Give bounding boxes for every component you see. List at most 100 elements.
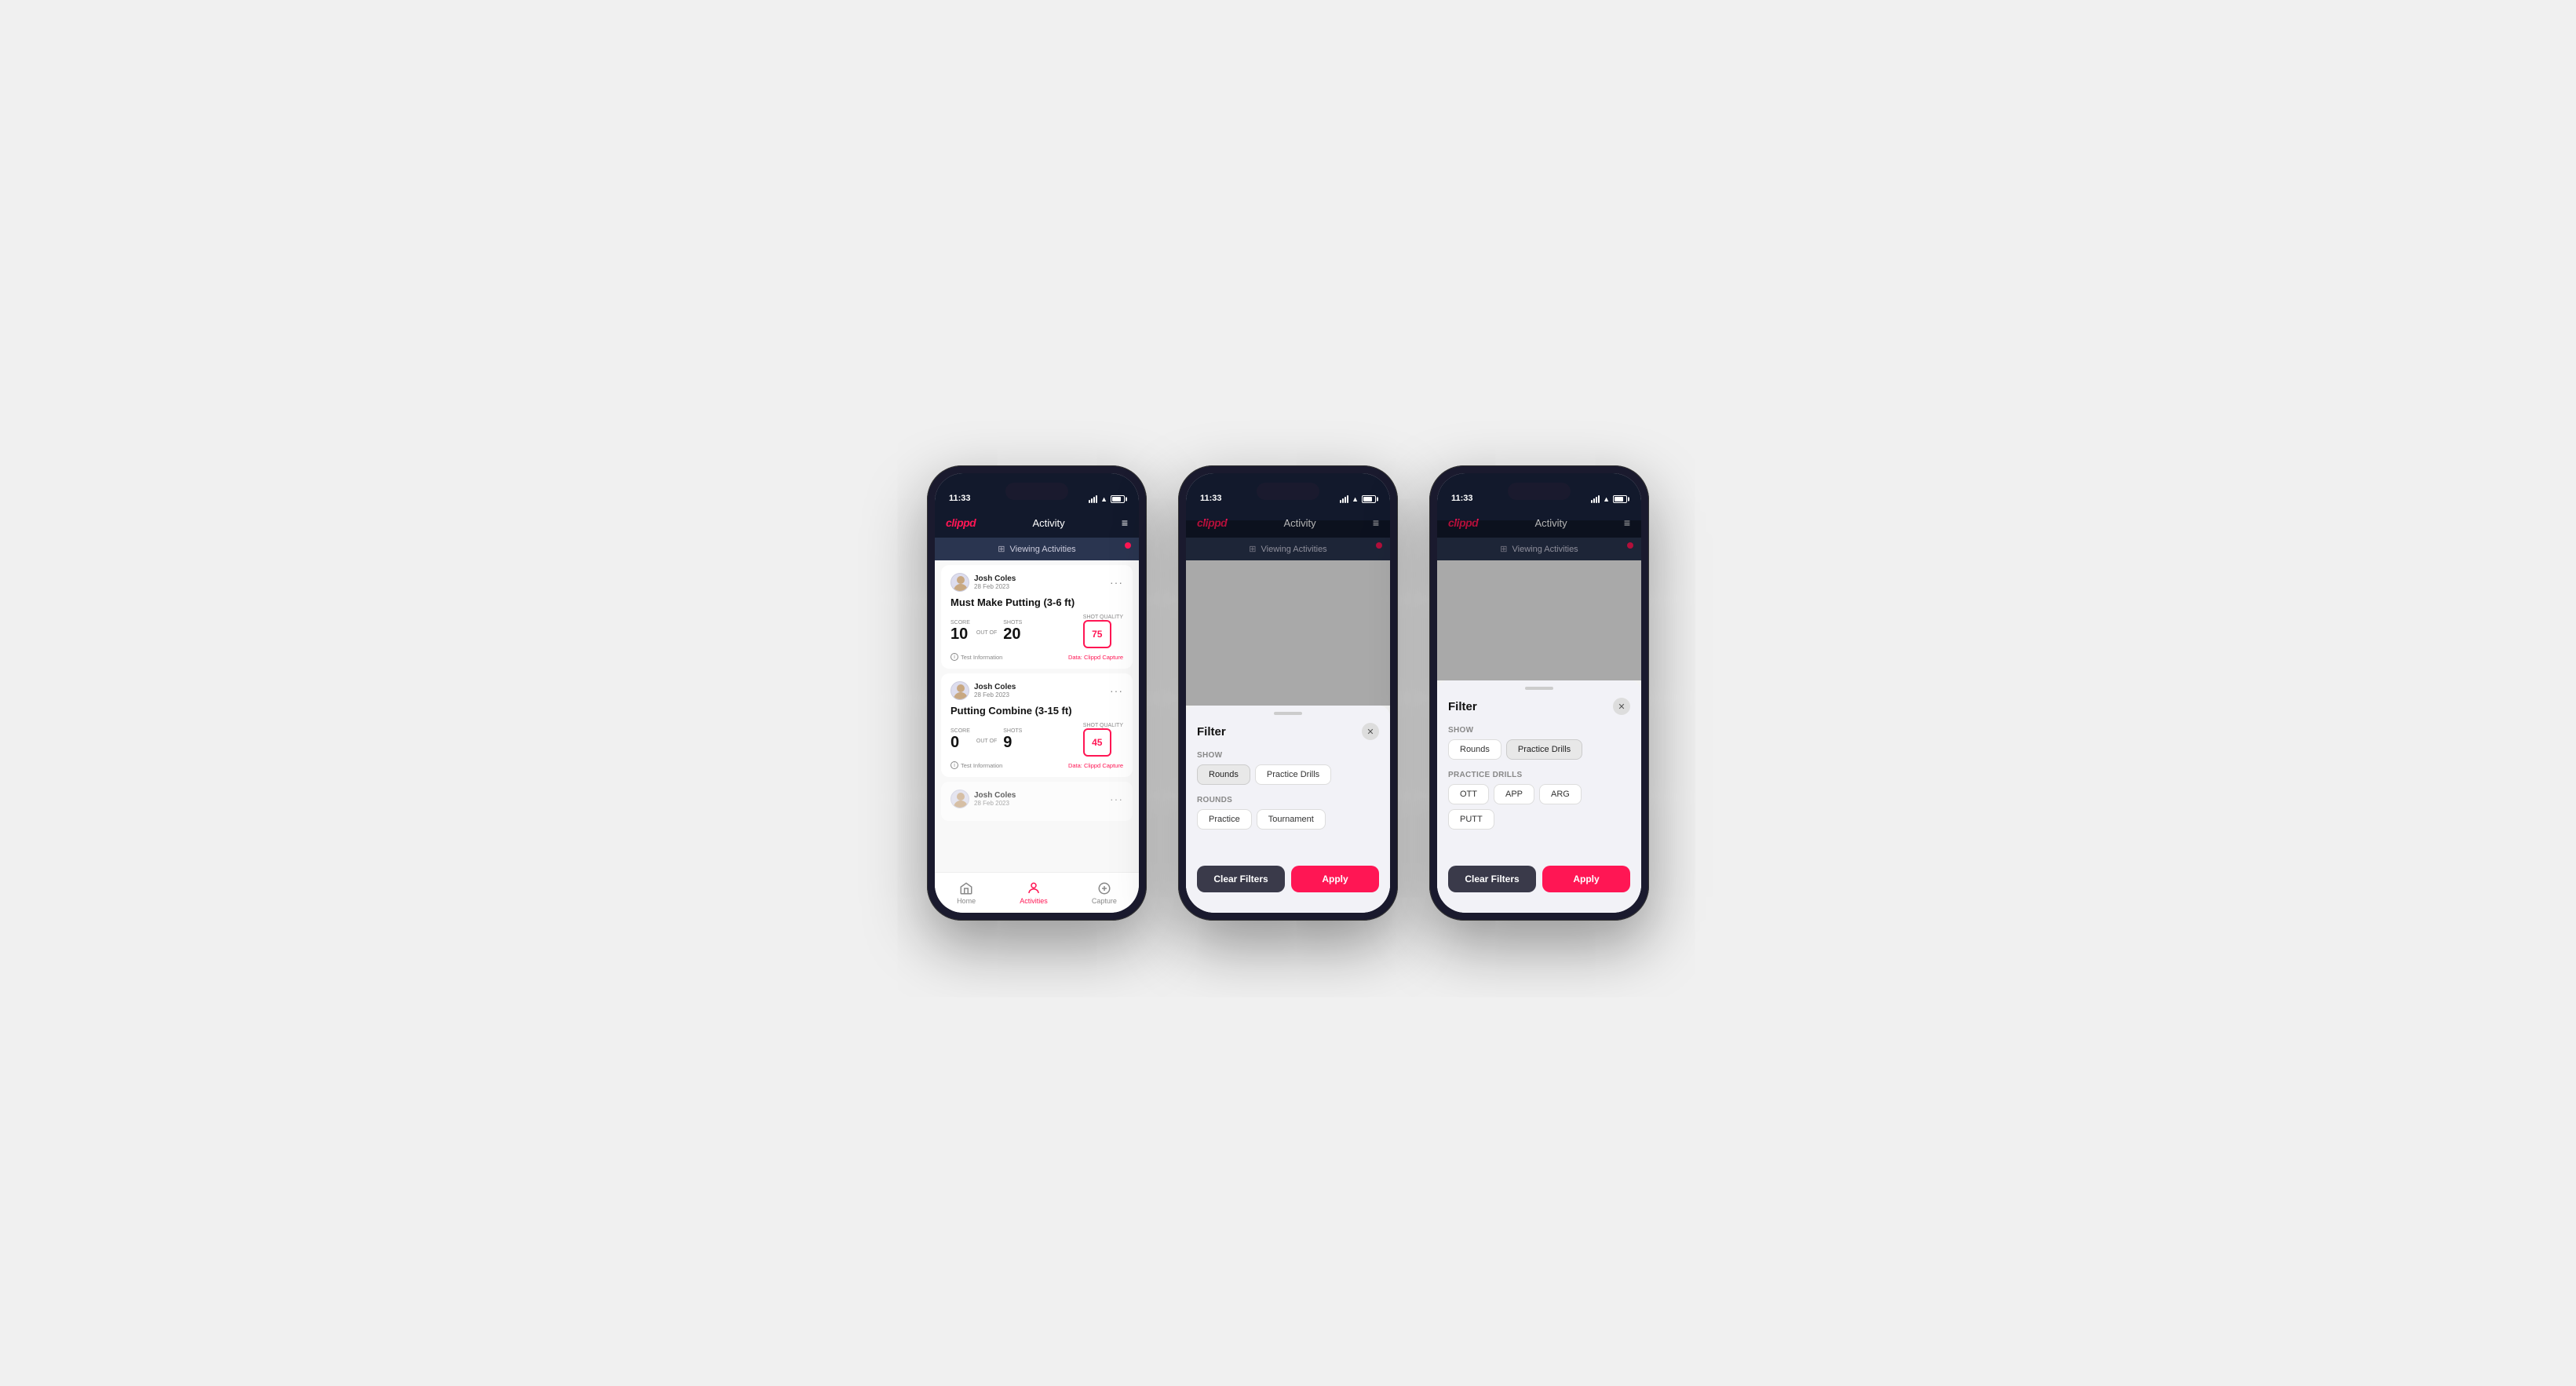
shot-quality-label-2: Shot Quality — [1083, 723, 1123, 728]
card-user-1: Josh Coles 28 Feb 2023 — [950, 573, 1016, 592]
capture-icon-1 — [1097, 881, 1111, 895]
score-value-2: 0 — [950, 734, 970, 751]
phones-container: 11:33 ▲ clippd Activity — [927, 465, 1649, 921]
dynamic-island-1 — [1005, 483, 1068, 500]
info-icon-1: i — [950, 653, 958, 661]
filter-btn-ott-3[interactable]: OTT — [1448, 784, 1489, 804]
drills-options-3: OTT APP ARG PUTT — [1448, 784, 1630, 830]
modal-overlay-3: Filter ✕ Show Rounds Practice Drills Pra… — [1437, 520, 1641, 913]
viewing-text-1: Viewing Activities — [1010, 545, 1076, 554]
menu-icon-1[interactable]: ≡ — [1122, 517, 1128, 528]
bottom-nav-1: Home Activities Capture — [935, 872, 1139, 913]
modal-header-3: Filter ✕ — [1437, 690, 1641, 721]
modal-close-3[interactable]: ✕ — [1613, 698, 1630, 715]
avatar-1 — [950, 573, 969, 592]
activity-card-2: Josh Coles 28 Feb 2023 ··· Putting Combi… — [941, 673, 1133, 777]
status-time-2: 11:33 — [1200, 494, 1222, 503]
activity-card-3: Josh Coles 28 Feb 2023 ··· — [941, 782, 1133, 821]
info-icon-2: i — [950, 761, 958, 769]
apply-btn-3[interactable]: Apply — [1542, 866, 1630, 892]
score-label-2: Score — [950, 728, 970, 734]
more-dots-2[interactable]: ··· — [1110, 688, 1123, 694]
stats-row-2: Score 0 OUT OF Shots 9 Shot Quality — [950, 723, 1123, 757]
shot-quality-badge-1: 75 — [1083, 620, 1111, 648]
score-label-1: Score — [950, 620, 970, 626]
rounds-options-2: Practice Tournament — [1197, 809, 1379, 830]
battery-icon-2 — [1362, 495, 1376, 503]
apply-btn-2[interactable]: Apply — [1291, 866, 1379, 892]
dynamic-island-2 — [1257, 483, 1319, 500]
signal-icon-1 — [1089, 495, 1097, 503]
show-section-label-2: Show — [1197, 751, 1379, 760]
modal-backdrop-2[interactable] — [1186, 520, 1390, 706]
modal-actions-3: Clear Filters Apply — [1437, 858, 1641, 900]
modal-close-2[interactable]: ✕ — [1362, 723, 1379, 740]
clear-filters-btn-2[interactable]: Clear Filters — [1197, 866, 1285, 892]
modal-sheet-2: Filter ✕ Show Rounds Practice Drills Rou… — [1186, 706, 1390, 913]
data-info-2: Data: Clippd Capture — [1068, 762, 1123, 769]
filter-icon-1: ⊞ — [998, 544, 1005, 554]
filter-btn-practice-2[interactable]: Practice — [1197, 809, 1252, 830]
filter-btn-tournament-2[interactable]: Tournament — [1257, 809, 1326, 830]
nav-item-capture-1[interactable]: Capture — [1092, 881, 1117, 905]
user-date-2: 28 Feb 2023 — [974, 691, 1016, 698]
out-of-text-1: OUT OF — [976, 630, 997, 636]
score-value-1: 10 — [950, 626, 970, 643]
status-icons-1: ▲ — [1089, 495, 1125, 503]
nav-label-home-1: Home — [957, 897, 976, 905]
activity-card-1: Josh Coles 28 Feb 2023 ··· Must Make Put… — [941, 565, 1133, 669]
nav-item-activities-1[interactable]: Activities — [1020, 881, 1048, 905]
filter-btn-arg-3[interactable]: ARG — [1539, 784, 1582, 804]
user-date-3: 28 Feb 2023 — [974, 800, 1016, 807]
show-options-3: Rounds Practice Drills — [1448, 739, 1630, 760]
signal-icon-3 — [1591, 495, 1600, 503]
activity-title-1: Must Make Putting (3-6 ft) — [950, 596, 1123, 608]
user-name-2: Josh Coles — [974, 683, 1016, 691]
viewing-bar-1[interactable]: ⊞ Viewing Activities — [935, 538, 1139, 560]
phone-1: 11:33 ▲ clippd Activity — [927, 465, 1147, 921]
home-icon-1 — [959, 881, 973, 895]
card-user-2: Josh Coles 28 Feb 2023 — [950, 681, 1016, 700]
nav-label-activities-1: Activities — [1020, 897, 1048, 905]
filter-btn-putt-3[interactable]: PUTT — [1448, 809, 1494, 830]
modal-header-2: Filter ✕ — [1186, 715, 1390, 746]
more-dots-1[interactable]: ··· — [1110, 580, 1123, 585]
activities-icon-1 — [1027, 881, 1041, 895]
activity-content-1[interactable]: Josh Coles 28 Feb 2023 ··· Must Make Put… — [935, 560, 1139, 872]
notification-dot-1 — [1125, 542, 1131, 549]
modal-sheet-3: Filter ✕ Show Rounds Practice Drills Pra… — [1437, 680, 1641, 913]
rounds-section-label-2: Rounds — [1197, 796, 1379, 804]
shot-quality-badge-2: 45 — [1083, 728, 1111, 757]
shot-quality-value-1: 75 — [1092, 629, 1102, 640]
nav-item-home-1[interactable]: Home — [957, 881, 976, 905]
stats-row-1: Score 10 OUT OF Shots 20 Shot Quality — [950, 615, 1123, 648]
user-date-1: 28 Feb 2023 — [974, 583, 1016, 590]
shot-quality-value-2: 45 — [1092, 737, 1102, 748]
clear-filters-btn-3[interactable]: Clear Filters — [1448, 866, 1536, 892]
wifi-icon-3: ▲ — [1603, 495, 1610, 503]
shots-label-2: Shots — [1003, 728, 1022, 734]
status-time-1: 11:33 — [949, 494, 971, 503]
modal-title-2: Filter — [1197, 725, 1226, 739]
test-info-2: i Test Information — [950, 761, 1002, 769]
out-of-text-2: OUT OF — [976, 739, 997, 744]
more-dots-3[interactable]: ··· — [1110, 797, 1123, 802]
avatar-3 — [950, 790, 969, 808]
shots-value-1: 20 — [1003, 626, 1022, 643]
status-icons-3: ▲ — [1591, 495, 1627, 503]
modal-backdrop-3[interactable] — [1437, 520, 1641, 680]
filter-btn-practice-drills-2[interactable]: Practice Drills — [1255, 764, 1331, 785]
modal-overlay-2: Filter ✕ Show Rounds Practice Drills Rou… — [1186, 520, 1390, 913]
wifi-icon-1: ▲ — [1100, 495, 1107, 503]
filter-btn-app-3[interactable]: APP — [1494, 784, 1534, 804]
drills-section-label-3: Practice Drills — [1448, 771, 1630, 779]
modal-body-3: Show Rounds Practice Drills Practice Dri… — [1437, 721, 1641, 850]
status-time-3: 11:33 — [1451, 494, 1473, 503]
filter-btn-rounds-2[interactable]: Rounds — [1197, 764, 1250, 785]
filter-btn-rounds-3[interactable]: Rounds — [1448, 739, 1501, 760]
shots-value-2: 9 — [1003, 734, 1022, 751]
show-section-label-3: Show — [1448, 726, 1630, 735]
user-name-1: Josh Coles — [974, 574, 1016, 583]
nav-title-1: Activity — [1032, 517, 1064, 529]
filter-btn-practice-drills-3[interactable]: Practice Drills — [1506, 739, 1582, 760]
